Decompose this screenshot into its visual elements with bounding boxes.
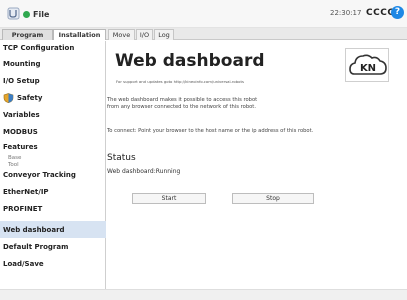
stop-button[interactable]: Stop — [232, 193, 314, 204]
safety-shield-icon — [3, 92, 14, 103]
tab-installation[interactable]: Installation — [53, 29, 106, 40]
sidebar-item-tcp-configuration[interactable]: TCP Configuration — [0, 41, 106, 55]
kineo-logo: KN — [345, 48, 389, 82]
file-menu-button[interactable]: File — [23, 7, 49, 21]
top-bar: File 22:30:17 CCCC ? — [0, 0, 407, 28]
sidebar-item-load-save[interactable]: Load/Save — [0, 255, 106, 272]
ur-logo-icon — [7, 7, 20, 20]
sidebar-item-variables[interactable]: Variables — [0, 106, 106, 123]
page-title: Web dashboard — [115, 51, 265, 71]
sidebar-item-profinet[interactable]: PROFINET — [0, 200, 106, 217]
kineo-logo-icon: KN — [349, 54, 387, 75]
status-dot-icon — [23, 10, 30, 18]
tab-log[interactable]: Log — [154, 29, 174, 40]
help-icon[interactable]: ? — [391, 6, 404, 19]
sidebar-item-ethernet-ip[interactable]: EtherNet/IP — [0, 183, 106, 200]
sidebar-item-label: Safety — [17, 93, 43, 102]
sidebar-item-tool[interactable]: Tool — [0, 161, 106, 168]
sidebar-item-features[interactable]: Features — [0, 140, 106, 154]
status-value: Web dashboard:Running — [107, 168, 181, 175]
logo-text: KN — [360, 63, 376, 74]
tab-program[interactable]: Program — [2, 29, 53, 40]
sidebar-item-web-dashboard[interactable]: Web dashboard — [0, 221, 106, 238]
start-button[interactable]: Start — [132, 193, 206, 204]
file-label: File — [33, 9, 50, 19]
status-heading: Status — [107, 153, 136, 163]
sidebar-item-modbus[interactable]: MODBUS — [0, 123, 106, 140]
sidebar-item-safety[interactable]: Safety — [0, 89, 106, 106]
tab-move[interactable]: Move — [108, 29, 135, 40]
sidebar-item-mounting[interactable]: Mounting — [0, 55, 106, 72]
sidebar-item-io-setup[interactable]: I/O Setup — [0, 72, 106, 89]
bottom-bar — [0, 289, 407, 300]
connect-instructions: To connect: Point your browser to the ho… — [107, 128, 314, 134]
tab-bar: Program Installation Move I/O Log — [0, 28, 407, 40]
web-dashboard-panel: Web dashboard For support and updates go… — [107, 41, 407, 289]
support-note: For support and updates goto http://kine… — [116, 79, 244, 84]
tab-io[interactable]: I/O — [136, 29, 153, 40]
description-line-1: The web dashboard makes it possible to a… — [107, 97, 258, 103]
description-line-2: from any browser connected to the networ… — [107, 104, 256, 110]
clock: 22:30:17 — [330, 9, 362, 17]
sidebar-item-conveyor-tracking[interactable]: Conveyor Tracking — [0, 169, 106, 181]
sidebar-item-base[interactable]: Base — [0, 154, 106, 161]
sidebar-item-default-program[interactable]: Default Program — [0, 238, 106, 255]
installation-sidebar: TCP Configuration Mounting I/O Setup Saf… — [0, 41, 106, 289]
